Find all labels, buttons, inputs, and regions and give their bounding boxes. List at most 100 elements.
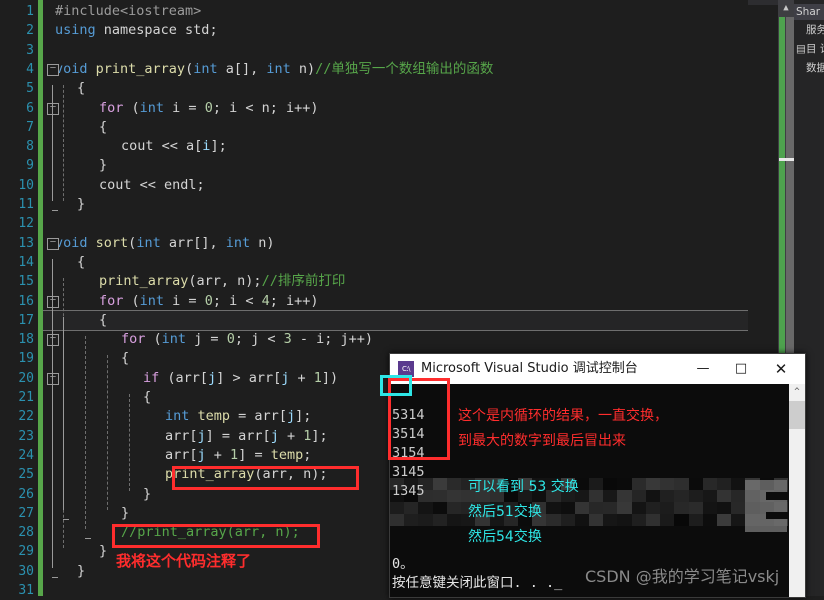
mosaic-pixel <box>432 490 448 502</box>
mosaic-pixel <box>688 502 704 514</box>
code-line[interactable]: arr[j + 1] = temp; <box>165 446 311 465</box>
line-number: 26 <box>18 486 34 502</box>
code-line[interactable]: { <box>99 118 107 137</box>
mosaic-pixel <box>546 514 562 526</box>
code-token: int <box>266 60 291 77</box>
mosaic-pixel <box>418 514 434 526</box>
right-tab-label: 数据 <box>806 62 824 74</box>
code-line[interactable]: for (int i = 0; i < 4; i++) <box>99 292 319 311</box>
close-button[interactable]: ✕ <box>763 354 799 384</box>
annotation-red-caption: 我将这个代码注释了 <box>116 552 252 570</box>
code-token: j <box>208 369 217 386</box>
fold-collapse-icon[interactable] <box>47 237 59 250</box>
mosaic-pixel <box>560 514 576 526</box>
code-line[interactable]: using namespace std; <box>55 21 218 40</box>
mosaic-pixel <box>631 514 647 526</box>
code-line[interactable]: cout << a[i]; <box>121 137 227 156</box>
debug-console-window[interactable]: C:\ Microsoft Visual Studio 调试控制台 — □ ✕ … <box>389 353 806 598</box>
code-line[interactable]: { <box>143 388 151 407</box>
code-line[interactable]: } <box>121 504 129 523</box>
mosaic-pixel <box>660 514 676 526</box>
code-token: cout <box>99 176 132 193</box>
line-number: 25 <box>18 467 34 483</box>
right-tab-2[interactable]: 服务 <box>794 20 824 39</box>
fold-collapse-icon[interactable] <box>47 295 59 308</box>
fold-collapse-icon[interactable] <box>47 372 59 385</box>
code-token: ]) <box>321 369 339 386</box>
code-token: + <box>278 427 304 444</box>
code-token: arr[], <box>160 234 226 251</box>
code-token: print_array <box>99 273 189 290</box>
csdn-watermark: CSDN @我的学习笔记vskj <box>585 567 780 586</box>
line-number: 18 <box>18 332 34 348</box>
line-number: 28 <box>18 525 34 541</box>
code-line[interactable]: #include<iostream> <box>55 2 201 21</box>
line-number: 22 <box>18 409 34 425</box>
right-tab-1[interactable]: Shar <box>794 4 824 20</box>
line-number: 30 <box>18 563 34 579</box>
blurred-logo-notch <box>766 492 788 500</box>
mosaic-pixel <box>688 514 704 526</box>
mosaic-pixel <box>674 490 690 502</box>
mosaic-pixel <box>660 490 676 502</box>
fold-collapse-icon[interactable] <box>47 102 59 115</box>
code-line[interactable]: { <box>99 311 107 330</box>
code-line[interactable]: } <box>77 562 85 581</box>
indent-guide <box>63 85 64 201</box>
code-token: //排序前打印 <box>261 273 346 290</box>
code-token: sort <box>95 234 129 251</box>
code-token: << a[ <box>153 138 203 155</box>
code-line[interactable]: int temp = arr[j]; <box>165 407 311 426</box>
maximize-button[interactable]: □ <box>723 354 759 384</box>
line-number: 24 <box>18 447 34 463</box>
line-number: 7 <box>26 119 34 135</box>
toolbox-icon: ▤ <box>796 43 806 55</box>
code-line[interactable]: } <box>143 485 151 504</box>
mosaic-pixel <box>446 502 462 514</box>
code-line[interactable]: print_array(arr, n);//排序前打印 <box>99 272 345 291</box>
mosaic-pixel <box>731 478 747 490</box>
console-scrollbar[interactable]: ^ <box>789 384 805 597</box>
code-token: ] > arr[ <box>216 369 282 386</box>
code-line[interactable]: } <box>77 195 85 214</box>
code-token: int <box>139 292 165 309</box>
code-token: ]; <box>311 427 328 444</box>
mosaic-pixel <box>716 478 732 490</box>
code-token: j = <box>186 331 227 348</box>
mosaic-pixel <box>589 514 604 526</box>
console-scroll-up-icon[interactable]: ^ <box>789 384 805 401</box>
code-line[interactable]: void sort(int arr[], int n) <box>55 234 275 253</box>
right-tab-list[interactable]: Shar服务▤目 诊数据 <box>794 4 824 77</box>
line-number: 29 <box>18 544 34 560</box>
console-output-line: 3145 <box>392 464 425 480</box>
code-line[interactable]: cout << endl; <box>99 176 205 195</box>
console-title-bar[interactable]: C:\ Microsoft Visual Studio 调试控制台 — □ ✕ <box>390 354 805 384</box>
right-tab-3[interactable]: ▤目 诊 <box>794 39 824 58</box>
console-scrollbar-thumb[interactable] <box>789 401 805 429</box>
screen-root: 1 2 3 4 5 6 7 8 9 10 11 12 13 14 15 16 17 18 19 20 21 22 23 24 2… <box>0 0 824 598</box>
minimize-button[interactable]: — <box>685 354 721 384</box>
right-tab-4[interactable]: 数据 <box>794 58 824 77</box>
code-line[interactable]: for (int j = 0; j < 3 - i; j++) <box>121 330 373 349</box>
console-title-text: Microsoft Visual Studio 调试控制台 <box>421 361 638 376</box>
fold-collapse-icon[interactable] <box>47 334 59 347</box>
code-line[interactable]: } <box>99 542 107 561</box>
code-line[interactable]: void print_array(int a[], int n)//单独写一个数… <box>55 60 493 79</box>
code-line[interactable]: arr[j] = arr[j + 1]; <box>165 427 328 446</box>
code-line[interactable]: for (int i = 0; i < n; i++) <box>99 99 319 118</box>
code-line[interactable]: { <box>77 253 85 272</box>
code-line[interactable]: if (arr[j] > arr[j + 1]) <box>143 369 338 388</box>
code-line[interactable]: } <box>99 156 107 175</box>
code-token: { <box>121 350 130 367</box>
scroll-up-arrow-icon[interactable]: ▲ <box>778 1 794 15</box>
fold-collapse-icon[interactable] <box>47 63 59 76</box>
mosaic-pixel <box>645 502 661 514</box>
code-line[interactable]: { <box>77 79 85 98</box>
mosaic-pixel <box>688 490 704 502</box>
code-line[interactable]: { <box>121 349 129 368</box>
code-token: j <box>270 427 279 444</box>
code-token: << endl; <box>131 176 205 193</box>
mosaic-pixel <box>617 478 633 490</box>
code-token: temp <box>197 408 231 425</box>
